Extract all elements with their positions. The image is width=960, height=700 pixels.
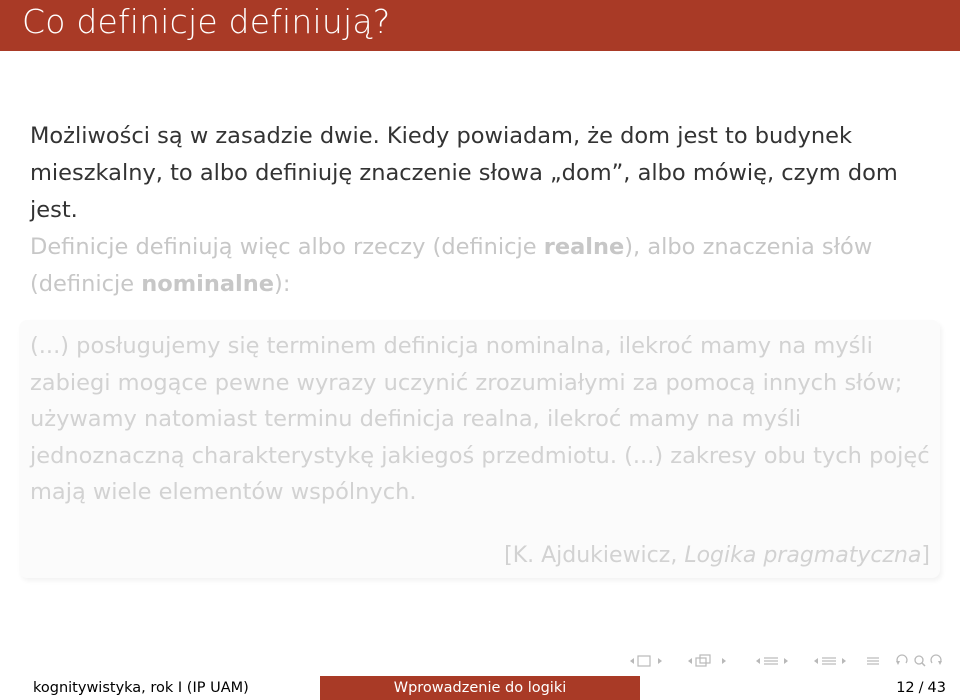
paragraph-definitions: Definicje definiują więc albo rzeczy (de… bbox=[30, 229, 935, 303]
page-total: 43 bbox=[927, 680, 946, 696]
appendix-icon bbox=[867, 657, 879, 665]
search-back-forward-icon bbox=[896, 654, 942, 667]
page-separator: / bbox=[918, 680, 924, 696]
slide-content: Możliwości są w zasadzie dwie. Kiedy pow… bbox=[30, 118, 935, 303]
subsection-nav-icon bbox=[688, 654, 726, 667]
footer-title: Wprowadzenie do logiki bbox=[320, 676, 640, 700]
term-nominalne: nominalne bbox=[141, 271, 275, 297]
nav-appendix-button[interactable] bbox=[866, 654, 880, 668]
footer-page-number: 12/43 bbox=[640, 676, 960, 700]
frame-nav-icon bbox=[630, 655, 662, 667]
document-nav-icon bbox=[814, 657, 846, 665]
page-current: 12 bbox=[896, 680, 915, 696]
nav-subsection-controls[interactable] bbox=[682, 654, 736, 668]
nav-section-controls[interactable] bbox=[750, 654, 794, 668]
nav-search-back-forward[interactable] bbox=[894, 653, 944, 669]
nav-document-controls[interactable] bbox=[808, 654, 852, 668]
paragraph-intro: Możliwości są w zasadzie dwie. Kiedy pow… bbox=[30, 123, 898, 223]
paragraph-definitions-part1: Definicje definiują więc albo rzeczy (de… bbox=[30, 234, 544, 260]
quote-block: (...) posługujemy się terminem definicja… bbox=[19, 320, 940, 578]
quote-source-title: Logika pragmatyczna bbox=[684, 543, 922, 568]
footer-author: kognitywistyka, rok I (IP UAM) bbox=[0, 676, 320, 700]
term-realne: realne bbox=[543, 234, 625, 260]
quote-text: (...) posługujemy się terminem definicja… bbox=[30, 333, 930, 505]
nav-frame-controls[interactable] bbox=[624, 654, 668, 668]
quote-source-suffix: ] bbox=[921, 543, 930, 568]
paragraph-definitions-part3: ): bbox=[274, 271, 291, 297]
quote-source-prefix: [K. Ajdukiewicz, bbox=[504, 543, 685, 568]
section-nav-icon bbox=[756, 657, 788, 665]
beamer-navigation bbox=[624, 650, 954, 672]
slide-title: Co definicje definiują? bbox=[22, 2, 391, 41]
title-bar: Co definicje definiują? bbox=[0, 0, 960, 51]
quote-source: [K. Ajdukiewicz, Logika pragmatyczna] bbox=[504, 543, 930, 568]
footer: kognitywistyka, rok I (IP UAM) Wprowadze… bbox=[0, 676, 960, 700]
